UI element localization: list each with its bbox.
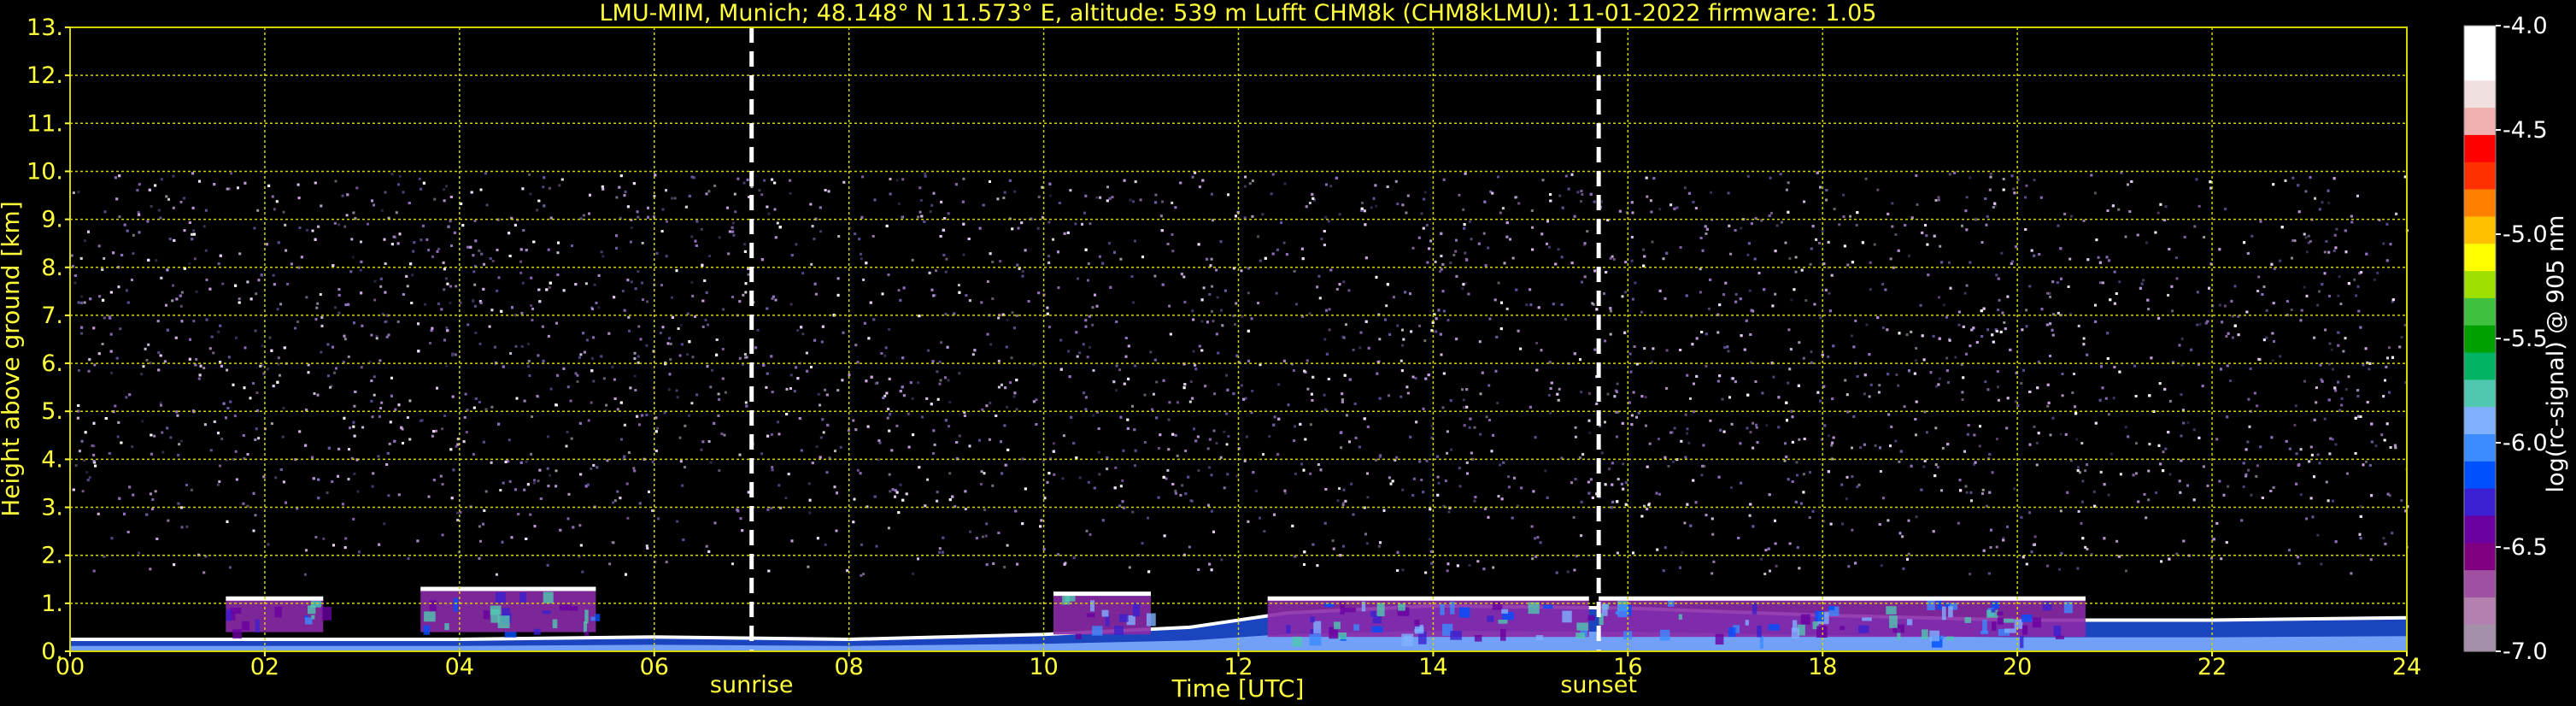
cloud-segment [420, 586, 601, 638]
colorbar-swatch [2464, 107, 2496, 135]
y-tick-label: 3. [41, 495, 63, 521]
x-tick-label: 02 [250, 654, 279, 680]
colorbar-swatch [2464, 325, 2496, 353]
cloud-segment [1053, 591, 1156, 639]
x-tick-label: 16 [1613, 654, 1642, 680]
colorbar-swatch [2464, 243, 2496, 272]
y-tick-label: 13. [26, 15, 63, 41]
colorbar-tick-label: -7.0 [2503, 638, 2548, 665]
colorbar-swatch [2464, 461, 2496, 489]
y-tick-label: 2. [41, 543, 63, 569]
colorbar-swatch [2464, 406, 2496, 434]
colorbar-swatch [2464, 379, 2496, 408]
y-tick-label: 0. [41, 638, 63, 665]
y-tick-label: 12. [26, 62, 63, 89]
colorbar-swatch [2464, 542, 2496, 571]
colorbar-swatch [2464, 52, 2496, 81]
colorbar-swatch [2464, 26, 2496, 54]
colorbar-swatch [2464, 270, 2496, 298]
x-tick-label: 24 [2392, 654, 2421, 680]
y-tick-label: 8. [41, 255, 63, 281]
y-tick-label: 6. [41, 350, 63, 377]
colorbar-swatch [2464, 188, 2496, 217]
event-label: sunrise [710, 672, 794, 698]
colorbar-tick-label: -5.0 [2503, 221, 2548, 248]
colorbar-swatch [2464, 569, 2496, 597]
x-tick-label: 04 [445, 654, 474, 680]
x-tick-label: 22 [2198, 654, 2227, 680]
x-tick-label: 06 [640, 654, 669, 680]
colorbar-swatch [2464, 433, 2496, 462]
colorbar-tick-label: -5.5 [2503, 326, 2548, 352]
x-tick-label: 20 [2003, 654, 2032, 680]
x-tick-label: 18 [1808, 654, 1837, 680]
y-tick-label: 7. [41, 303, 63, 329]
colorbar-tick-label: -6.5 [2503, 534, 2548, 561]
x-tick-label: 14 [1418, 654, 1447, 680]
colorbar-tick-label: -6.0 [2503, 430, 2548, 456]
y-tick-label: 1. [41, 591, 63, 617]
colorbar-swatch [2464, 597, 2496, 625]
colorbar-swatch [2464, 79, 2496, 109]
colorbar-tick-label: -4.5 [2503, 117, 2548, 144]
x-tick-label: 08 [834, 654, 863, 680]
colorbar-swatch [2464, 215, 2496, 244]
y-tick-label: 5. [41, 398, 63, 425]
x-axis-label: Time [UTC] [1171, 674, 1305, 703]
y-axis-label: Height above ground [km] [0, 201, 25, 517]
colorbar-swatch [2464, 624, 2496, 652]
colorbar-swatch [2464, 297, 2496, 326]
y-tick-label: 9. [41, 207, 63, 233]
colorbar-swatch [2464, 488, 2496, 516]
colorbar-swatch [2464, 134, 2496, 162]
x-tick-label: 10 [1029, 654, 1058, 680]
y-tick-label: 11. [26, 110, 63, 137]
y-tick-label: 10. [26, 158, 63, 185]
colorbar-swatch [2464, 162, 2496, 190]
colorbar-tick-label: -4.0 [2503, 13, 2548, 39]
colorbar-swatch [2464, 351, 2496, 380]
colorbar-label: log(rc-signal) @ 905 nm [2543, 215, 2569, 493]
colorbar-swatch [2464, 515, 2496, 544]
y-tick-label: 4. [41, 446, 63, 473]
chart-title: LMU-MIM, Munich; 48.148° N 11.573° E, al… [600, 0, 1877, 26]
ceilometer-chart: LMU-MIM, Munich; 48.148° N 11.573° E, al… [0, 0, 2576, 706]
